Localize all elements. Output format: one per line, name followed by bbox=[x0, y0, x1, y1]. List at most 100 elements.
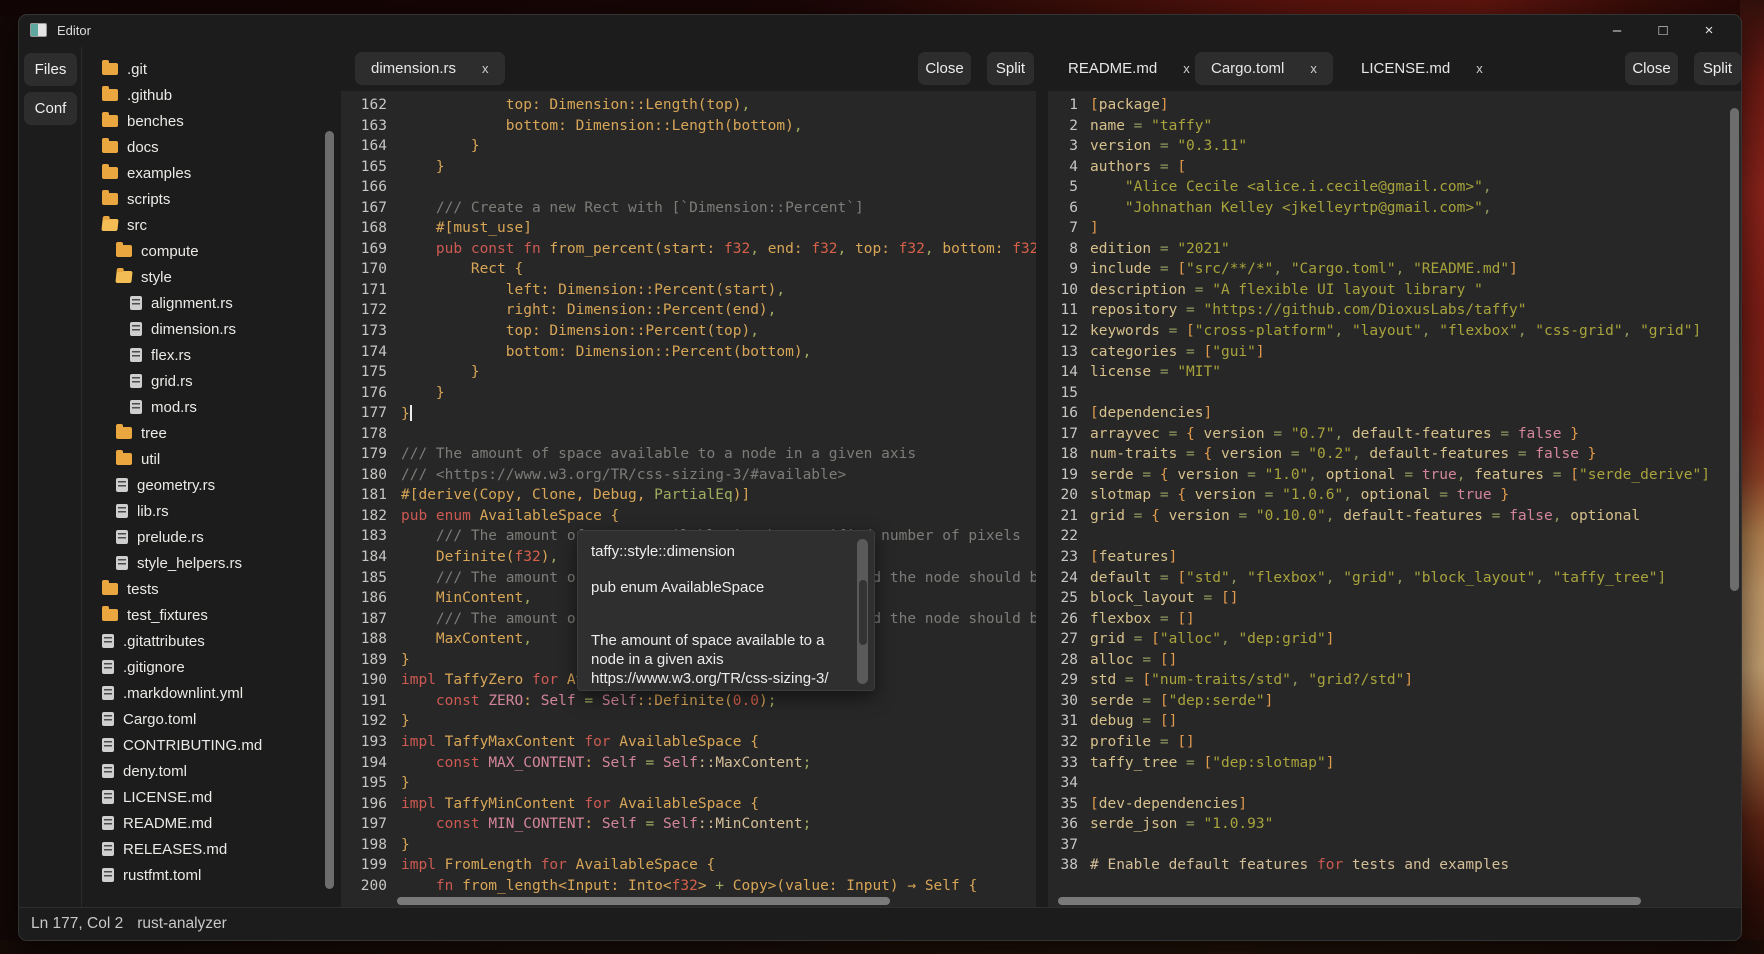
code-line[interactable]: 197 const MIN_CONTENT: Self = Self::MinC… bbox=[341, 816, 1036, 837]
code-line[interactable]: 173 top: Dimension::Percent(top), bbox=[341, 323, 1036, 344]
horizontal-scrollbar-thumb[interactable] bbox=[1058, 897, 1641, 905]
code-line[interactable]: 36serde_json = "1.0.93" bbox=[1048, 816, 1742, 837]
tree-item[interactable]: compute bbox=[82, 238, 325, 264]
tab-close-icon[interactable]: x bbox=[1183, 61, 1190, 76]
file-tree-scrollbar-thumb[interactable] bbox=[325, 131, 334, 889]
code-line[interactable]: 198} bbox=[341, 837, 1036, 858]
tree-item[interactable]: .github bbox=[82, 82, 325, 108]
tooltip-scrollbar[interactable] bbox=[857, 539, 868, 684]
vertical-scrollbar-thumb[interactable] bbox=[1730, 108, 1739, 591]
tree-item[interactable]: test_fixtures bbox=[82, 602, 325, 628]
tree-item[interactable]: mod.rs bbox=[82, 394, 325, 420]
minimize-icon[interactable]: – bbox=[1607, 22, 1627, 39]
code-line[interactable]: 25block_layout = [] bbox=[1048, 590, 1742, 611]
tab-close-icon[interactable]: x bbox=[1310, 61, 1317, 76]
code-line[interactable]: 24default = ["std", "flexbox", "grid", "… bbox=[1048, 570, 1742, 591]
code-line[interactable]: 8edition = "2021" bbox=[1048, 241, 1742, 262]
tree-item[interactable]: .markdownlint.yml bbox=[82, 680, 325, 706]
code-line[interactable]: 191 const ZERO: Self = Self::Definite(0.… bbox=[341, 693, 1036, 714]
code-line[interactable]: 38# Enable default features for tests an… bbox=[1048, 857, 1742, 878]
code-line[interactable]: 194 const MAX_CONTENT: Self = Self::MaxC… bbox=[341, 755, 1036, 776]
code-line[interactable]: 180/// <https://www.w3.org/TR/css-sizing… bbox=[341, 467, 1036, 488]
code-line[interactable]: 30serde = ["dep:serde"] bbox=[1048, 693, 1742, 714]
code-line[interactable]: 175 } bbox=[341, 364, 1036, 385]
tree-item[interactable]: .git bbox=[82, 56, 325, 82]
tree-item[interactable]: CONTRIBUTING.md bbox=[82, 732, 325, 758]
code-line[interactable]: 32profile = [] bbox=[1048, 734, 1742, 755]
tab-close-icon[interactable]: x bbox=[1476, 61, 1483, 76]
code-line[interactable]: 162 top: Dimension::Length(top), bbox=[341, 97, 1036, 118]
code-line[interactable]: 196impl TaffyMinContent for AvailableSpa… bbox=[341, 796, 1036, 817]
code-line[interactable]: 31debug = [] bbox=[1048, 713, 1742, 734]
code-line[interactable]: 17arrayvec = { version = "0.7", default-… bbox=[1048, 426, 1742, 447]
code-line[interactable]: 11repository = "https://github.com/Dioxu… bbox=[1048, 302, 1742, 323]
sidebar-button-conf[interactable]: Conf bbox=[24, 92, 77, 125]
code-line[interactable]: 19serde = { version = "1.0", optional = … bbox=[1048, 467, 1742, 488]
code-editor-cargo-toml[interactable]: 1[package]2name = "taffy"3version = "0.3… bbox=[1048, 91, 1742, 909]
code-line[interactable]: 1[package] bbox=[1048, 97, 1742, 118]
tree-item[interactable]: deny.toml bbox=[82, 758, 325, 784]
tree-item[interactable]: alignment.rs bbox=[82, 290, 325, 316]
tab-cargo-toml[interactable]: Cargo.toml x bbox=[1195, 52, 1333, 85]
code-line[interactable]: 3version = "0.3.11" bbox=[1048, 138, 1742, 159]
code-line[interactable]: 176 } bbox=[341, 385, 1036, 406]
code-line[interactable]: 18num-traits = { version = "0.2", defaul… bbox=[1048, 446, 1742, 467]
code-line[interactable]: 5 "Alice Cecile <alice.i.cecile@gmail.co… bbox=[1048, 179, 1742, 200]
tree-item[interactable]: style_helpers.rs bbox=[82, 550, 325, 576]
code-line[interactable]: 193impl TaffyMaxContent for AvailableSpa… bbox=[341, 734, 1036, 755]
tree-item[interactable]: flex.rs bbox=[82, 342, 325, 368]
code-line[interactable]: 166 bbox=[341, 179, 1036, 200]
tree-item[interactable]: .gitattributes bbox=[82, 628, 325, 654]
code-line[interactable]: 4authors = [ bbox=[1048, 159, 1742, 180]
code-line[interactable]: 37 bbox=[1048, 837, 1742, 858]
code-line[interactable]: 6 "Johnathan Kelley <jkelleyrtp@gmail.co… bbox=[1048, 200, 1742, 221]
code-line[interactable]: 23[features] bbox=[1048, 549, 1742, 570]
close-pane-button[interactable]: Close bbox=[918, 52, 971, 85]
code-line[interactable]: 177} bbox=[341, 405, 1036, 426]
split-pane-button[interactable]: Split bbox=[1694, 52, 1741, 85]
code-line[interactable]: 165 } bbox=[341, 159, 1036, 180]
code-line[interactable]: 14license = "MIT" bbox=[1048, 364, 1742, 385]
code-editor-dimension-rs[interactable]: 162 top: Dimension::Length(top),163 bott… bbox=[341, 91, 1036, 909]
code-line[interactable]: 22 bbox=[1048, 528, 1742, 549]
tab-close-icon[interactable]: x bbox=[482, 61, 489, 76]
tree-item[interactable]: rustfmt.toml bbox=[82, 862, 325, 888]
tree-item[interactable]: style bbox=[82, 264, 325, 290]
code-line[interactable]: 171 left: Dimension::Percent(start), bbox=[341, 282, 1036, 303]
code-line[interactable]: 169 pub const fn from_percent(start: f32… bbox=[341, 241, 1036, 262]
code-line[interactable]: 178 bbox=[341, 426, 1036, 447]
tree-item[interactable]: dimension.rs bbox=[82, 316, 325, 342]
tree-item[interactable]: Cargo.toml bbox=[82, 706, 325, 732]
code-line[interactable]: 26flexbox = [] bbox=[1048, 611, 1742, 632]
code-line[interactable]: 2name = "taffy" bbox=[1048, 118, 1742, 139]
tree-item[interactable]: prelude.rs bbox=[82, 524, 325, 550]
maximize-icon[interactable]: □ bbox=[1653, 22, 1673, 39]
code-line[interactable]: 182pub enum AvailableSpace { bbox=[341, 508, 1036, 529]
tree-item[interactable]: tree bbox=[82, 420, 325, 446]
code-line[interactable]: 20slotmap = { version = "1.0.6", optiona… bbox=[1048, 487, 1742, 508]
code-line[interactable]: 164 } bbox=[341, 138, 1036, 159]
tree-item[interactable]: src bbox=[82, 212, 325, 238]
tab-license-md[interactable]: LICENSE.md x bbox=[1345, 52, 1499, 85]
code-line[interactable]: 21grid = { version = "0.10.0", default-f… bbox=[1048, 508, 1742, 529]
code-line[interactable]: 168 #[must_use] bbox=[341, 220, 1036, 241]
tooltip-link[interactable]: https://www.w3.org/TR/css-sizing-3/ bbox=[591, 669, 848, 688]
tree-item[interactable]: lib.rs bbox=[82, 498, 325, 524]
code-line[interactable]: 192} bbox=[341, 713, 1036, 734]
code-line[interactable]: 29std = ["num-traits/std", "grid?/std"] bbox=[1048, 672, 1742, 693]
tree-item[interactable]: RELEASES.md bbox=[82, 836, 325, 862]
code-line[interactable]: 10description = "A flexible UI layout li… bbox=[1048, 282, 1742, 303]
code-line[interactable]: 163 bottom: Dimension::Length(bottom), bbox=[341, 118, 1036, 139]
tree-item[interactable]: LICENSE.md bbox=[82, 784, 325, 810]
code-line[interactable]: 9include = ["src/**/*", "Cargo.toml", "R… bbox=[1048, 261, 1742, 282]
code-line[interactable]: 181#[derive(Copy, Clone, Debug, PartialE… bbox=[341, 487, 1036, 508]
file-tree[interactable]: .git.githubbenchesdocsexamplesscriptssrc… bbox=[82, 56, 325, 908]
code-line[interactable]: 16[dependencies] bbox=[1048, 405, 1742, 426]
horizontal-scrollbar-thumb[interactable] bbox=[397, 897, 890, 905]
tree-item[interactable]: examples bbox=[82, 160, 325, 186]
code-line[interactable]: 35[dev-dependencies] bbox=[1048, 796, 1742, 817]
code-line[interactable]: 195} bbox=[341, 775, 1036, 796]
tree-item[interactable]: docs bbox=[82, 134, 325, 160]
code-line[interactable]: 34 bbox=[1048, 775, 1742, 796]
tree-item[interactable]: .gitignore bbox=[82, 654, 325, 680]
